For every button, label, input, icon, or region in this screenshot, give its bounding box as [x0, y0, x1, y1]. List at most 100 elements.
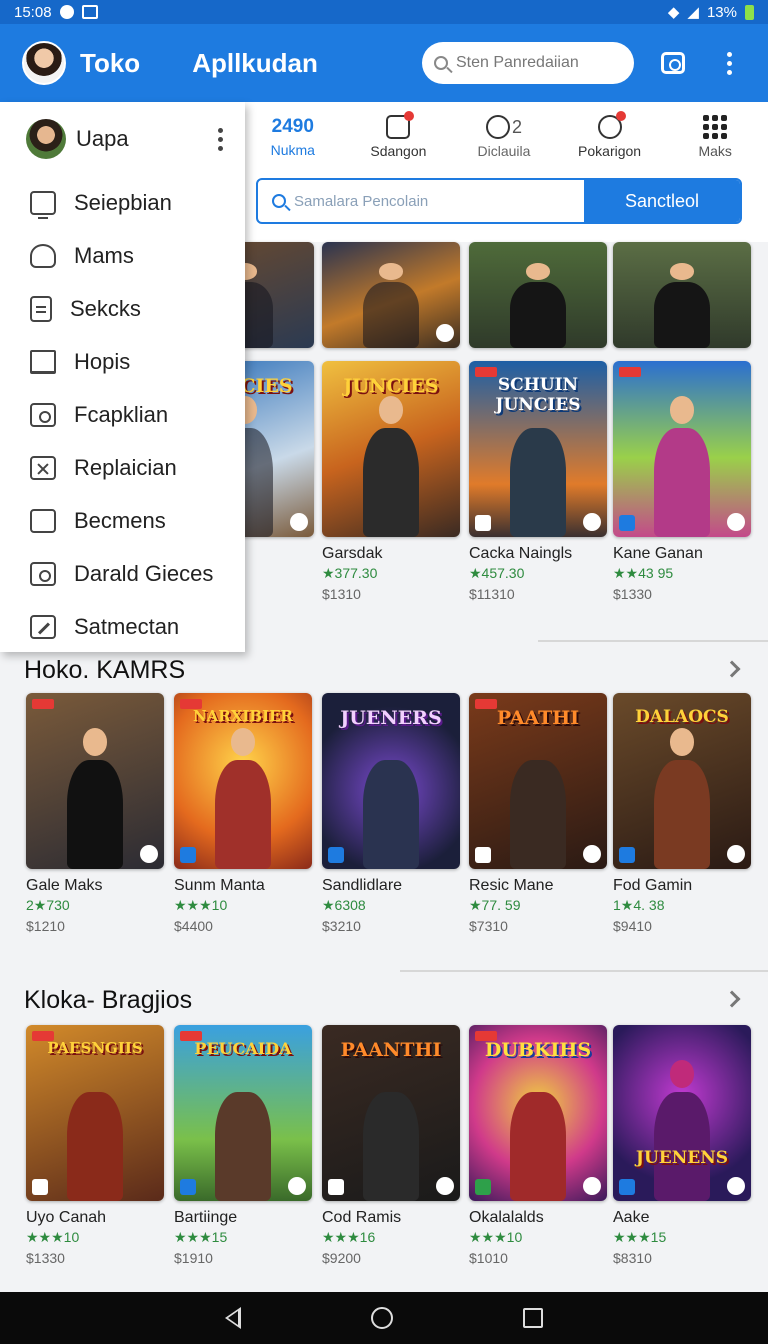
category-diclauila[interactable]: 2 Diclauila: [451, 102, 557, 172]
back-icon[interactable]: [225, 1307, 241, 1329]
drawer-item-satmectan[interactable]: Satmectan: [0, 600, 245, 653]
category-sdangon[interactable]: Sdangon: [346, 102, 452, 172]
search-button[interactable]: Sanctleol: [584, 180, 740, 222]
drawer-item-sekcks[interactable]: Sekcks: [0, 282, 245, 335]
game-name: Cacka Naingls: [469, 545, 573, 562]
search-input[interactable]: Samalara Pencolain: [258, 180, 584, 222]
chevron-right-icon[interactable]: [723, 660, 741, 678]
notification-icon: [59, 5, 74, 19]
game-price: $11310: [469, 586, 515, 602]
drawer-item-label: Becmens: [74, 507, 166, 533]
game-card[interactable]: JUNCIES Garsdak ★377.30 $1310: [322, 361, 460, 602]
game-price: $4400: [174, 918, 213, 934]
top-search-input[interactable]: Sten Panredaiian: [422, 42, 634, 84]
game-rating: ★6308: [322, 897, 366, 913]
game-card[interactable]: [613, 242, 751, 348]
more-vert-icon: [726, 51, 732, 75]
drawer-item-label: Sekcks: [70, 295, 141, 321]
game-name: Sandlidlare: [322, 877, 403, 894]
more-vert-icon[interactable]: [218, 127, 223, 151]
game-name: Gale Maks: [26, 877, 103, 894]
divider: [538, 640, 768, 642]
search-placeholder: Samalara Pencolain: [294, 192, 429, 210]
game-card[interactable]: DALAOCS Fod Gamin 1★4. 38 $9410: [613, 693, 751, 934]
game-thumbnail: DALAOCS: [613, 693, 751, 869]
game-logo: PAATHI: [496, 707, 580, 730]
drawer-item-label: Replaician: [74, 454, 177, 480]
drawer-item-replaician[interactable]: Replaician: [0, 441, 245, 494]
drawer-item-hopis[interactable]: Hopis: [0, 335, 245, 388]
game-thumbnail: SCHUIN JUNCIES: [469, 361, 607, 537]
search-icon: [272, 194, 286, 208]
home-icon[interactable]: [371, 1307, 393, 1329]
drawer-item-fcapklian[interactable]: Fcapklian: [0, 388, 245, 441]
game-card[interactable]: DUBKIHS Okalalalds ★★★10 $1010: [469, 1025, 607, 1266]
game-name: Cod Ramis: [322, 1209, 402, 1226]
game-price: $7310: [469, 918, 508, 934]
close-circle-icon: [485, 115, 510, 139]
game-rating: ★★★15: [174, 1229, 228, 1245]
game-price: $3210: [322, 918, 361, 934]
game-logo: NARXIBIER: [192, 707, 294, 726]
game-name: Bartiinge: [174, 1209, 238, 1226]
game-card[interactable]: Gale Maks 2★730 $1210: [26, 693, 164, 934]
game-logo: PEUCAIDA: [194, 1039, 292, 1059]
game-thumbnail: [469, 242, 607, 348]
game-card[interactable]: NARXIBIER Sunm Manta ★★★10 $4400: [174, 693, 312, 934]
game-card[interactable]: JUENERS Sandlidlare ★6308 $3210: [322, 693, 460, 934]
edit-icon: [30, 614, 56, 639]
game-rating: 1★4. 38: [613, 897, 665, 913]
game-name: Sunm Manta: [174, 877, 265, 894]
category-label: Nukma: [270, 142, 315, 158]
game-price: $1330: [26, 1250, 65, 1266]
game-card[interactable]: [322, 242, 460, 348]
category-pokarigon[interactable]: Pokarigon: [557, 102, 663, 172]
game-name: Garsdak: [322, 545, 383, 562]
game-card[interactable]: PAANTHI Cod Ramis ★★★16 $9200: [322, 1025, 460, 1266]
drawer-item-label: Satmectan: [74, 613, 180, 639]
game-logo: JUENENS: [635, 1148, 729, 1169]
category-maks[interactable]: Maks: [662, 102, 768, 172]
search-bar: Samalara Pencolain Sanctleol: [256, 178, 742, 224]
category-nukma[interactable]: 2490 Nukma: [240, 102, 346, 172]
game-logo: SCHUIN JUNCIES: [495, 375, 581, 416]
game-rating: ★★★10: [174, 897, 228, 913]
game-logo: DUBKIHS: [484, 1039, 592, 1062]
drawer-header: Uapa: [0, 102, 245, 176]
drawer-item-label: Fcapklian: [74, 401, 169, 427]
game-rating: ★★★10: [469, 1229, 523, 1245]
drawer-item-becmens[interactable]: Becmens: [0, 494, 245, 547]
signal-icon: ◢: [687, 4, 699, 21]
game-card[interactable]: PEUCAIDA Bartiinge ★★★15 $1910: [174, 1025, 312, 1266]
overflow-menu-button[interactable]: [712, 46, 746, 80]
category-count: 2490: [271, 116, 314, 137]
camera-button[interactable]: [656, 46, 690, 80]
status-bar: 15:08 ◆ ◢ 13%: [0, 0, 768, 24]
game-thumbnail: [613, 242, 751, 348]
category-label: Maks: [698, 143, 732, 159]
game-thumbnail: NARXIBIER: [174, 693, 312, 869]
game-rating: ★377.30: [322, 565, 378, 581]
drawer-item-seiepbian[interactable]: Seiepbian: [0, 176, 245, 229]
game-card[interactable]: PAESNGIIS Uyo Canah ★★★10 $1330: [26, 1025, 164, 1266]
game-card[interactable]: Kane Ganan ★★43 95 $1330: [613, 361, 751, 602]
recent-apps-icon[interactable]: [523, 1308, 543, 1328]
game-card[interactable]: JUENENS Aake ★★★15 $8310: [613, 1025, 751, 1266]
profile-avatar[interactable]: [22, 41, 66, 85]
game-rating: ★★★10: [26, 1229, 80, 1245]
game-price: $9410: [613, 918, 652, 934]
game-price: $1310: [322, 586, 361, 602]
drawer-avatar[interactable]: [26, 119, 66, 159]
chevron-right-icon[interactable]: [723, 990, 741, 1008]
game-name: Okalalalds: [469, 1209, 544, 1226]
game-card[interactable]: SCHUIN JUNCIES Cacka Naingls ★457.30 $11…: [469, 361, 607, 602]
wifi-icon: ◆: [667, 4, 680, 21]
drawer-item-mams[interactable]: Mams: [0, 229, 245, 282]
game-card[interactable]: PAATHI Resic Mane ★77. 59 $7310: [469, 693, 607, 934]
game-logo: JUENERS: [340, 707, 442, 730]
system-nav-bar: [0, 1292, 768, 1344]
drawer-item-darald-gieces[interactable]: Darald Gieces: [0, 547, 245, 600]
game-name: Uyo Canah: [26, 1209, 107, 1226]
top-search-placeholder: Sten Panredaiian: [456, 54, 579, 71]
game-card[interactable]: [469, 242, 607, 348]
